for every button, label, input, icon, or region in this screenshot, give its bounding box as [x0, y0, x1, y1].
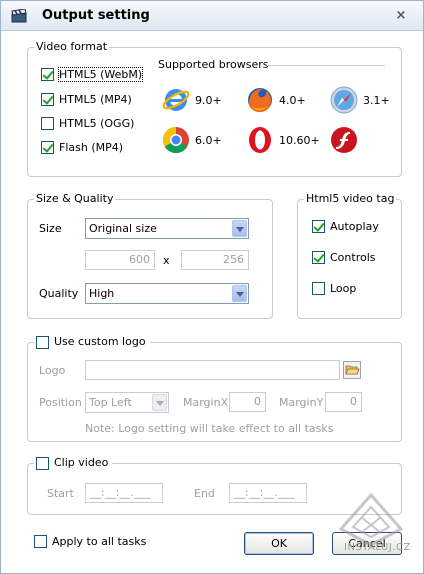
end-label: End [194, 487, 215, 500]
autoplay-checkbox[interactable]: Autoplay [312, 220, 379, 233]
format-mp4-label: HTML5 (MP4) [59, 93, 132, 106]
checkbox[interactable] [41, 93, 54, 106]
marginx-input[interactable]: 0 [229, 392, 266, 412]
use-custom-logo-label: Use custom logo [54, 335, 146, 348]
format-flash-label: Flash (MP4) [59, 141, 124, 154]
loop-checkbox[interactable]: Loop [312, 282, 356, 295]
window-title: Output setting [42, 8, 150, 23]
width-input[interactable]: 600 [85, 250, 155, 270]
start-time-input[interactable]: __:__:__.___ [85, 483, 163, 503]
chevron-down-icon[interactable] [232, 285, 247, 302]
checkbox[interactable] [41, 141, 54, 154]
size-quality-legend: Size & Quality [34, 192, 116, 206]
marginx-label: MarginX [183, 396, 229, 409]
format-ogg-label: HTML5 (OGG) [59, 117, 135, 130]
safari-icon [330, 86, 358, 114]
quality-select[interactable]: High [85, 283, 249, 304]
checkbox[interactable] [312, 220, 325, 233]
autoplay-label: Autoplay [330, 220, 379, 233]
chevron-down-icon[interactable] [152, 394, 167, 411]
format-mp4-checkbox[interactable]: HTML5 (MP4) [41, 93, 132, 106]
checkbox[interactable] [312, 251, 325, 264]
firefox-icon [248, 88, 272, 113]
size-x-separator: x [163, 254, 170, 267]
browser-flash [329, 125, 363, 155]
opera-icon [249, 127, 271, 153]
checkbox[interactable] [41, 68, 54, 81]
html5-video-tag-legend: Html5 video tag [304, 192, 397, 206]
checkbox[interactable] [312, 282, 325, 295]
format-webm-label: HTML5 (WebM) [57, 67, 144, 82]
watermark-text: INSTALUJ.CZ [344, 542, 411, 553]
logo-note: Note: Logo setting will take effect to a… [85, 422, 334, 435]
safari-version: 3.1+ [363, 93, 390, 107]
checkbox[interactable] [41, 117, 54, 130]
folder-open-icon [345, 365, 360, 375]
chrome-version: 6.0+ [195, 133, 222, 147]
internet-explorer-icon [162, 89, 190, 111]
browser-chrome: 6.0+ [161, 125, 222, 155]
ie-version: 9.0+ [195, 93, 222, 107]
browser-firefox: 4.0+ [245, 85, 306, 115]
supported-browsers-heading: Supported browsers [158, 58, 269, 71]
video-format-legend: Video format [34, 40, 110, 54]
opera-version: 10.60+ [279, 133, 320, 147]
browse-logo-button[interactable] [343, 361, 361, 379]
position-select-value: Top Left [89, 396, 132, 409]
browsers-divider [267, 65, 385, 66]
size-select-value: Original size [89, 222, 157, 235]
clip-video-checkbox[interactable]: Clip video [34, 456, 113, 470]
clip-video-label: Clip video [54, 456, 109, 469]
checkbox[interactable] [36, 456, 49, 470]
ok-button[interactable]: OK [244, 532, 314, 555]
size-label: Size [39, 222, 62, 235]
format-webm-checkbox[interactable]: HTML5 (WebM) [41, 67, 144, 82]
loop-label: Loop [330, 282, 357, 295]
position-label: Position [39, 396, 82, 409]
chevron-down-icon[interactable] [232, 220, 247, 237]
flash-player-icon [331, 127, 357, 153]
chrome-icon [162, 126, 189, 154]
browser-opera: 10.60+ [245, 125, 320, 155]
browser-ie: 9.0+ [161, 85, 222, 115]
controls-checkbox[interactable]: Controls [312, 251, 376, 264]
logo-path-input[interactable] [85, 360, 340, 380]
quality-label: Quality [39, 287, 79, 300]
position-select[interactable]: Top Left [85, 392, 169, 413]
marginy-input[interactable]: 0 [325, 392, 362, 412]
firefox-version: 4.0+ [279, 93, 306, 107]
clapperboard-icon [11, 9, 27, 23]
title-bar[interactable]: Output setting × [1, 1, 423, 31]
marginy-label: MarginY [279, 396, 324, 409]
end-time-input[interactable]: __:__:__.___ [229, 483, 307, 503]
checkbox[interactable] [34, 535, 47, 548]
quality-select-value: High [89, 287, 115, 300]
output-setting-dialog: Output setting × Video format HTML5 (Web… [0, 0, 424, 574]
checkbox[interactable] [36, 335, 49, 349]
size-select[interactable]: Original size [85, 218, 249, 239]
apply-to-all-label: Apply to all tasks [52, 535, 147, 548]
format-flash-checkbox[interactable]: Flash (MP4) [41, 141, 123, 154]
controls-label: Controls [330, 251, 376, 264]
apply-to-all-checkbox[interactable]: Apply to all tasks [34, 535, 146, 548]
browser-safari: 3.1+ [329, 85, 390, 115]
close-icon[interactable]: × [393, 8, 409, 24]
use-custom-logo-checkbox[interactable]: Use custom logo [34, 335, 150, 349]
height-input[interactable]: 256 [181, 250, 249, 270]
format-ogg-checkbox[interactable]: HTML5 (OGG) [41, 117, 134, 130]
start-label: Start [47, 487, 74, 500]
logo-label: Logo [39, 364, 66, 377]
